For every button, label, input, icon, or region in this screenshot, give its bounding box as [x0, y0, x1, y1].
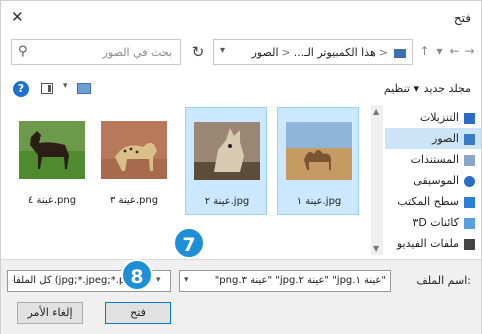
sidebar-item-desktop[interactable]: سطح المكتب [385, 191, 481, 212]
preview-pane-icon[interactable] [41, 83, 53, 94]
step-8-callout: 8 [121, 259, 153, 291]
file-footer: اسم الملف: ▾ "عينة ١.jpg" "عينة ٢.jpg" "… [1, 259, 481, 334]
downloads-icon [464, 112, 475, 124]
organize-button[interactable]: تنظيم ▾ [384, 82, 419, 95]
file-item[interactable]: عينة ٤.png [11, 107, 93, 215]
videos-icon [464, 238, 475, 250]
file-name-value: "عينة ١.jpg" "عينة ٢.jpg" "عينة ٣.png" [214, 275, 386, 286]
dialog-title: فتح [453, 11, 471, 25]
breadcrumb: <هذا الكمبيوتر الـ...<الصور [252, 46, 406, 59]
recent-dropdown-icon[interactable]: ▾ [432, 44, 447, 58]
file-name-field[interactable]: ▾ "عينة ١.jpg" "عينة ٢.jpg" "عينة ٣.png" [179, 270, 391, 292]
open-file-dialog: ✕ فتح ⚲ بحث في الصور ↻ ▾ <هذا الكمبيوتر … [0, 0, 482, 334]
file-name-dropdown-icon[interactable]: ▾ [184, 275, 189, 285]
title-bar: ✕ فتح [1, 1, 481, 35]
address-bar[interactable]: ▾ <هذا الكمبيوتر الـ...<الصور [213, 39, 413, 65]
search-placeholder: بحث في الصور [102, 46, 172, 59]
breadcrumb-separator: < [378, 46, 388, 59]
file-name: عينة ١.jpg [296, 196, 342, 207]
file-item[interactable]: عينة ١.jpg [277, 107, 359, 215]
sidebar-item-label: المستندات [410, 153, 459, 166]
navigation-pane: ▲ ▼ التنزيلات الصور المستندات الموسيقى س… [371, 105, 481, 255]
address-dropdown-icon[interactable]: ▾ [220, 45, 225, 56]
navigation-row: ⚲ بحث في الصور ↻ ▾ <هذا الكمبيوتر الـ...… [1, 39, 481, 69]
scroll-down-icon[interactable]: ▼ [373, 244, 379, 253]
forward-arrow-icon[interactable]: ← [447, 44, 462, 58]
close-icon[interactable]: ✕ [11, 8, 24, 26]
sidebar-item-label: الصور [432, 132, 459, 145]
sidebar-item-label: ملفات الفيديو [396, 237, 459, 250]
breadcrumb-separator: < [281, 46, 291, 59]
3d-objects-icon [464, 217, 475, 229]
navigation-scrollbar[interactable]: ▲ ▼ [371, 105, 383, 255]
sidebar-item-pictures[interactable]: الصور [385, 128, 481, 149]
sidebar-item-3d-objects[interactable]: كائنات ٣D [385, 212, 481, 233]
sidebar-item-music[interactable]: الموسيقى [385, 170, 481, 191]
sidebar-item-label: كائنات ٣D [412, 216, 459, 229]
thumbnail-wild-dog [194, 122, 260, 180]
thumbnail-camel-desert [286, 122, 352, 180]
thumbnail-horse [19, 121, 85, 179]
computer-icon [394, 48, 406, 58]
file-name: عينة ٤.png [27, 195, 77, 206]
help-icon[interactable]: ? [13, 81, 29, 97]
command-bar: ? ▾ تنظيم ▾ مجلد جديد [1, 77, 481, 103]
music-icon [464, 175, 475, 187]
file-item[interactable]: عينة ٢.jpg [185, 107, 267, 215]
up-arrow-icon[interactable]: ↑ [417, 44, 432, 58]
desktop-icon [464, 196, 475, 208]
scroll-up-icon[interactable]: ▲ [373, 107, 379, 116]
breadcrumb-pictures[interactable]: الصور [252, 46, 279, 59]
search-icon: ⚲ [18, 44, 28, 59]
refresh-icon[interactable]: ↻ [187, 41, 209, 63]
step-7-callout: 7 [173, 227, 205, 259]
back-arrow-icon[interactable]: → [462, 44, 477, 58]
file-item[interactable]: عينة ٣.png [93, 107, 175, 215]
sidebar-item-downloads[interactable]: التنزيلات [385, 107, 481, 128]
sidebar-item-label: الموسيقى [413, 174, 459, 187]
pictures-icon [464, 133, 475, 145]
search-input[interactable]: ⚲ بحث في الصور [11, 39, 181, 65]
new-folder-button[interactable]: مجلد جديد [424, 82, 471, 95]
file-name-label: اسم الملف: [416, 274, 471, 287]
sidebar-item-documents[interactable]: المستندات [385, 149, 481, 170]
navigation-buttons: ↑ ▾ ← → [417, 44, 481, 62]
file-name: عينة ٣.png [109, 195, 159, 206]
sidebar-item-label: سطح المكتب [397, 195, 459, 208]
change-view-icon[interactable] [77, 83, 91, 94]
open-button[interactable]: فتح [105, 302, 171, 324]
sidebar-item-videos[interactable]: ملفات الفيديو [385, 233, 481, 254]
view-dropdown-icon[interactable]: ▾ [63, 81, 68, 91]
cancel-button[interactable]: إلغاء الأمر [17, 302, 83, 324]
documents-icon [464, 154, 475, 166]
file-name: عينة ٢.jpg [204, 196, 250, 207]
thumbnail-cheetah [101, 121, 167, 179]
sidebar-item-label: التنزيلات [419, 111, 459, 124]
file-type-dropdown-icon[interactable]: ▾ [156, 275, 161, 285]
breadcrumb-this-pc[interactable]: هذا الكمبيوتر الـ... [294, 46, 376, 59]
